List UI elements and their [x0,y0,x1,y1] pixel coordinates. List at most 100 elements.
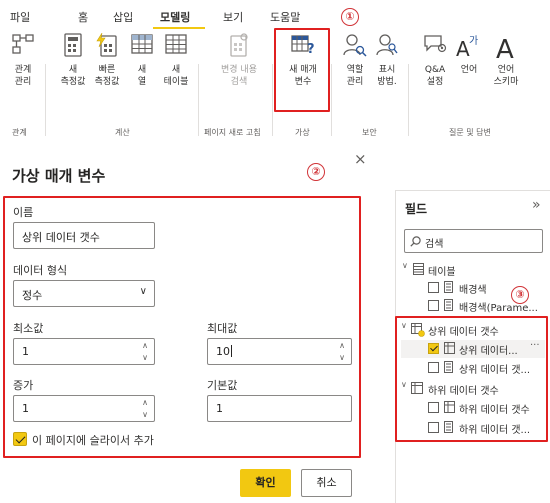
group-label-calculations: 계산 [115,128,130,137]
tree-field-label: 배경색 [459,285,487,296]
spin-up-icon[interactable]: ∧ [140,397,150,409]
field-checkbox[interactable] [428,402,439,413]
spin-down-icon[interactable]: ∨ [337,352,347,364]
min-input[interactable]: 1 ∧ ∨ [13,338,155,365]
group-label-what-if: 가상 [295,128,310,137]
qa-setup-button[interactable]: Q&A 설정 [420,30,450,92]
view-as-label: 표시 방법. [377,65,397,87]
max-spinner[interactable]: ∧ ∨ [337,340,347,364]
spin-up-icon[interactable]: ∧ [140,340,150,352]
increment-input[interactable]: 1 ∧ ∨ [13,395,155,422]
tree-field-bottom-1[interactable]: 하위 데이터 갯수 [401,399,545,417]
chevron-down-icon[interactable]: ∨ [402,261,408,270]
chevron-down-icon[interactable]: ∨ [401,380,407,389]
tree-table-group-label: 테이블 [428,267,456,278]
field-checkbox-checked[interactable] [428,343,439,354]
name-input[interactable]: 상위 데이터 갯수 [13,222,155,249]
max-input[interactable]: 10 ∧ ∨ [207,338,352,365]
linguistic-schema-icon: A [496,35,514,61]
calculator-icon [444,361,453,373]
view-as-button[interactable]: 표시 방법. [373,30,401,92]
group-separator [408,64,409,136]
linguistic-schema-label: 언어 스키마 [493,65,519,87]
field-checkbox[interactable] [428,282,439,293]
group-separator [331,64,332,136]
view-as-icon [376,34,398,56]
close-icon[interactable]: × [354,150,367,168]
field-checkbox[interactable] [428,300,439,311]
calculator-icon [64,33,82,57]
ribbon-tab-bar: 파일 홈 삽입 모델링 보기 도움말 [0,0,550,30]
manage-roles-button[interactable]: 역할 관리 [341,30,369,92]
fields-search-input[interactable]: 검색 [404,229,543,253]
tree-field-top-2[interactable]: 상위 데이터 갯... [401,359,545,377]
dialog-title: 가상 매개 변수 [12,167,106,185]
linguistic-schema-button[interactable]: A 언어 스키마 [490,30,522,92]
group-label-page-refresh: 페이지 새로 고침 [204,128,261,137]
new-parameter-highlight [274,28,330,112]
tab-home[interactable]: 홈 [78,9,88,25]
tree-param-bottom[interactable]: ∨ 하위 데이터 갯수 [401,380,545,398]
new-table-button[interactable]: 새 테이블 [161,30,191,92]
parameter-field-icon [444,342,455,354]
quick-measure-button[interactable]: 빠른 측정값 [92,30,122,92]
max-label: 최대값 [207,322,238,335]
more-options-icon[interactable]: ··· [530,340,540,351]
datatype-dropdown[interactable]: 정수 ∨ [13,280,155,307]
active-tab-indicator [153,27,205,29]
tab-file[interactable]: 파일 [10,9,30,25]
spin-up-icon[interactable]: ∧ [337,340,347,352]
tab-view[interactable]: 보기 [223,9,243,25]
group-label-relationships: 관계 [12,128,27,137]
manage-relationships-button[interactable]: 관계 관리 [6,30,40,92]
group-separator [45,64,46,136]
min-spinner[interactable]: ∧ ∨ [140,340,150,364]
tree-param-bottom-label: 하위 데이터 갯수 [428,386,499,397]
new-column-button[interactable]: 새 열 [127,30,157,92]
datatype-label: 데이터 형식 [13,264,68,277]
field-checkbox[interactable] [428,362,439,373]
spin-down-icon[interactable]: ∨ [140,352,150,364]
tree-field-label: 상위 데이터... [459,346,518,357]
max-value: 10 [216,345,230,358]
qa-setup-icon [424,35,447,53]
tab-help[interactable]: 도움말 [270,9,300,25]
tree-field-top-1[interactable]: 상위 데이터... ··· [401,340,545,358]
tab-modeling[interactable]: 모델링 [160,9,190,25]
default-input[interactable]: 1 [207,395,352,422]
tab-insert[interactable]: 삽입 [113,9,133,25]
tree-field-bottom-2[interactable]: 하위 데이터 갯... [401,419,545,437]
new-table-label: 새 테이블 [163,65,189,87]
language-label: 언어 [460,65,478,75]
svg-text:A: A [496,35,514,61]
change-detection-label: 변경 내용 검색 [221,65,257,87]
fields-pane-title: 필드 [405,202,428,216]
column-icon [131,34,153,54]
manage-roles-icon [343,34,367,57]
tree-table-group[interactable]: ∨ 테이블 [402,261,542,279]
increment-spinner[interactable]: ∧ ∨ [140,397,150,421]
tree-param-top[interactable]: ∨ 상위 데이터 갯수 [401,321,545,339]
increment-label: 증가 [13,379,34,392]
tree-field-label: 하위 데이터 갯... [459,425,531,436]
change-detection-button[interactable]: 변경 내용 검색 [221,30,257,92]
collapse-pane-icon[interactable]: » [532,197,541,213]
calculator-icon [444,299,453,311]
chevron-down-icon[interactable]: ∨ [401,321,407,330]
tree-field-label: 상위 데이터 갯... [459,365,531,376]
parameter-table-icon [411,323,425,337]
ok-button[interactable]: 확인 [240,469,291,497]
spin-down-icon[interactable]: ∨ [140,409,150,421]
add-slicer-checkbox[interactable] [13,432,27,446]
calculator-icon [444,421,453,433]
field-checkbox[interactable] [428,422,439,433]
cancel-button[interactable]: 취소 [301,469,352,497]
name-label: 이름 [13,206,34,219]
group-separator [198,64,199,136]
parameter-table-icon [411,382,423,394]
new-measure-button[interactable]: 새 측정값 [58,30,88,92]
default-label: 기본값 [207,379,238,392]
parameter-field-icon [444,401,455,413]
language-button[interactable]: A 가 언어 [455,30,483,92]
group-label-security: 보안 [362,128,377,137]
